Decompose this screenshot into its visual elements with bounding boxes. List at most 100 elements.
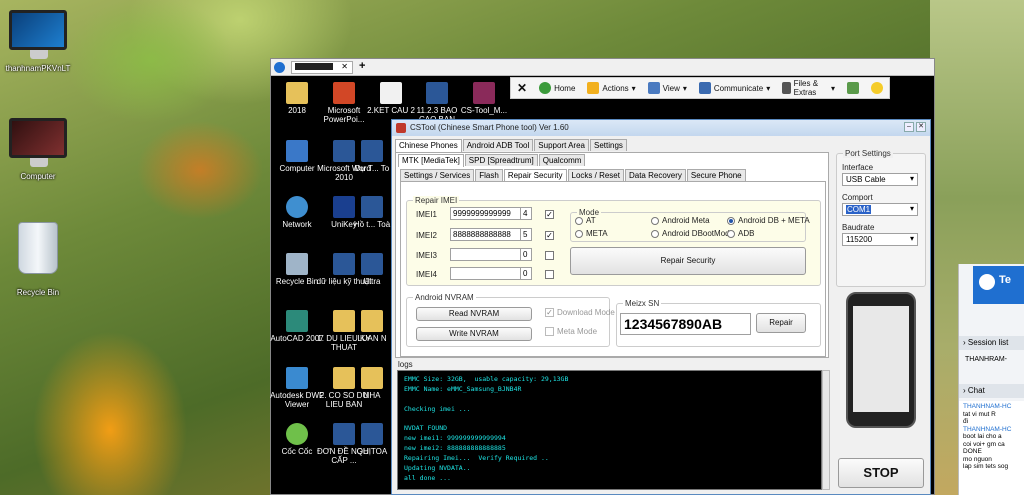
log-line: NVDAT FOUND	[404, 424, 448, 433]
communicate-menu[interactable]: Communicate ▾	[693, 82, 776, 94]
feedback-button[interactable]	[865, 82, 889, 94]
desktop-icon-recycle-bin[interactable]: Recycle Bin	[2, 222, 74, 297]
mode-android-db-meta-radio[interactable]	[727, 217, 735, 225]
word-file-icon	[426, 82, 448, 104]
repair-security-button[interactable]: Repair Security	[570, 247, 806, 275]
chevron-right-icon: ›	[963, 386, 966, 395]
log-line: EMMC Size: 32GB, usable capacity: 29,13G…	[404, 375, 569, 383]
tab-android-adb[interactable]: Android ADB Tool	[462, 139, 534, 151]
tab-support-area[interactable]: Support Area	[534, 139, 589, 151]
interface-select[interactable]: USB Cable	[842, 173, 918, 186]
tab-qualcomm[interactable]: Qualcomm	[538, 154, 586, 166]
remote-icon-label: Network	[282, 220, 312, 229]
cstool-window: CSTool (Chinese Smart Phone tool) Ver 1.…	[391, 119, 931, 495]
tab-settings-services[interactable]: Settings / Services	[400, 169, 475, 181]
session-user[interactable]: THANHRAM-	[965, 356, 1007, 363]
home-icon	[539, 82, 552, 94]
imei1-label: IMEI1	[416, 210, 437, 219]
chat-line: tat vi mut R	[963, 410, 996, 418]
repair-imei-title: Repair IMEI	[413, 196, 460, 205]
tab-chinese-phones[interactable]: Chinese Phones	[395, 139, 462, 152]
close-button[interactable]: ✕	[916, 122, 926, 132]
mode-at-radio[interactable]	[575, 217, 583, 225]
app-icon	[396, 123, 406, 133]
chevron-down-icon: ▾	[830, 83, 835, 93]
imei1-input[interactable]: 9999999999999	[450, 207, 522, 220]
remote-icon-cs-tool[interactable]: CS-Tool_M...	[454, 82, 514, 115]
tab-spd[interactable]: SPD [Spreadtrum]	[464, 154, 538, 166]
chat-icon	[847, 82, 859, 94]
view-menu[interactable]: View ▾	[642, 82, 693, 94]
meizu-sn-title: Meizx SN	[623, 299, 662, 308]
imei2-checkbox[interactable]: ✓	[545, 231, 554, 240]
imei3-input[interactable]	[450, 248, 522, 261]
imei2-count: 5	[520, 228, 532, 241]
remote-icon-luan[interactable]: LUAN N	[352, 310, 392, 343]
tab-secure-phone[interactable]: Secure Phone	[686, 169, 746, 181]
lightning-icon	[587, 82, 600, 94]
meta-mode-checkbox[interactable]	[545, 327, 554, 336]
close-icon[interactable]: ✕	[341, 62, 348, 71]
log-line: new imei2: 888888888888885	[404, 444, 506, 453]
mode-adb-radio[interactable]	[727, 230, 735, 238]
chevron-down-icon: ▾	[766, 83, 771, 93]
remote-icon-nha[interactable]: NHA	[352, 367, 392, 400]
comport-select[interactable]: COM1	[842, 203, 918, 216]
tab-flash[interactable]: Flash	[475, 169, 503, 181]
new-tab-icon[interactable]: +	[359, 60, 365, 72]
remote-session-tab[interactable]: ✕	[291, 61, 353, 74]
files-icon	[782, 82, 791, 94]
teamviewer-logo-icon	[979, 274, 995, 290]
imei3-label: IMEI3	[416, 251, 437, 260]
remote-icon-ho-so[interactable]: Hồ t... Toà	[352, 196, 392, 229]
remote-icon-label: Microsoft PowerPoi...	[323, 106, 365, 124]
computer-icon	[9, 10, 67, 59]
close-session-button[interactable]: ✕	[511, 81, 533, 95]
desktop-icon-computer[interactable]: Computer	[2, 118, 74, 181]
session-list-header[interactable]: › Session list	[959, 336, 1024, 350]
imei4-checkbox[interactable]	[545, 270, 554, 279]
write-nvram-button[interactable]: Write NVRAM	[416, 327, 532, 341]
read-nvram-button[interactable]: Read NVRAM	[416, 307, 532, 321]
tab-data-recovery[interactable]: Data Recovery	[624, 169, 686, 181]
imei1-count: 4	[520, 207, 532, 220]
imei2-input[interactable]: 8888888888888	[450, 228, 522, 241]
mode-android-dbootmode-radio[interactable]	[651, 230, 659, 238]
download-mode-checkbox[interactable]: ✓	[545, 308, 554, 317]
chip-tabs: MTK [MediaTek] SPD [Spreadtrum] Qualcomm	[398, 154, 586, 167]
folder-icon	[361, 310, 383, 332]
desktop-icon-label: Recycle Bin	[16, 288, 60, 297]
word-file-icon	[361, 196, 383, 218]
actions-menu[interactable]: Actions ▾	[581, 82, 641, 94]
tab-mtk[interactable]: MTK [MediaTek]	[398, 154, 464, 167]
log-scrollbar[interactable]	[822, 370, 830, 490]
imei1-checkbox[interactable]: ✓	[545, 210, 554, 219]
mode-meta-radio[interactable]	[575, 230, 583, 238]
log-line: Repairing Imei... Verify Required ..	[404, 454, 549, 463]
stop-button[interactable]: STOP	[838, 458, 924, 488]
tab-settings[interactable]: Settings	[589, 139, 627, 151]
log-line: new imei1: 999999999999994	[404, 434, 506, 443]
chat-line: THANHNAM-HC	[963, 425, 1012, 433]
remote-icon-du-toan[interactable]: Dự T... To	[352, 140, 392, 173]
chat-button[interactable]	[841, 82, 865, 94]
home-button[interactable]: Home	[533, 82, 581, 94]
remote-icon-label: Hồ t... Toà	[353, 220, 391, 229]
meizu-repair-button[interactable]: Repair	[756, 313, 806, 333]
chat-header[interactable]: › Chat	[959, 384, 1024, 398]
remote-icon-label: Ultra	[363, 277, 381, 286]
meizu-sn-input[interactable]: 1234567890AB	[620, 313, 751, 335]
teamviewer-header: Te	[973, 266, 1024, 304]
desktop-icon-user[interactable]: thanhnamPKVnLT	[2, 10, 74, 73]
remote-icon-qu-toa[interactable]: QU TOA	[352, 423, 392, 456]
files-extras-menu[interactable]: Files & Extras ▾	[776, 79, 841, 97]
imei3-checkbox[interactable]	[545, 251, 554, 260]
imei4-input[interactable]	[450, 267, 522, 280]
remote-icon-ultra[interactable]: Ultra	[352, 253, 392, 286]
phone-screen	[853, 306, 909, 412]
minimize-button[interactable]: –	[904, 122, 914, 132]
desktop-icon-label: Computer	[20, 172, 56, 181]
baudrate-select[interactable]: 115200	[842, 233, 918, 246]
tab-locks-reset[interactable]: Locks / Reset	[567, 169, 624, 181]
mode-android-meta-radio[interactable]	[651, 217, 659, 225]
